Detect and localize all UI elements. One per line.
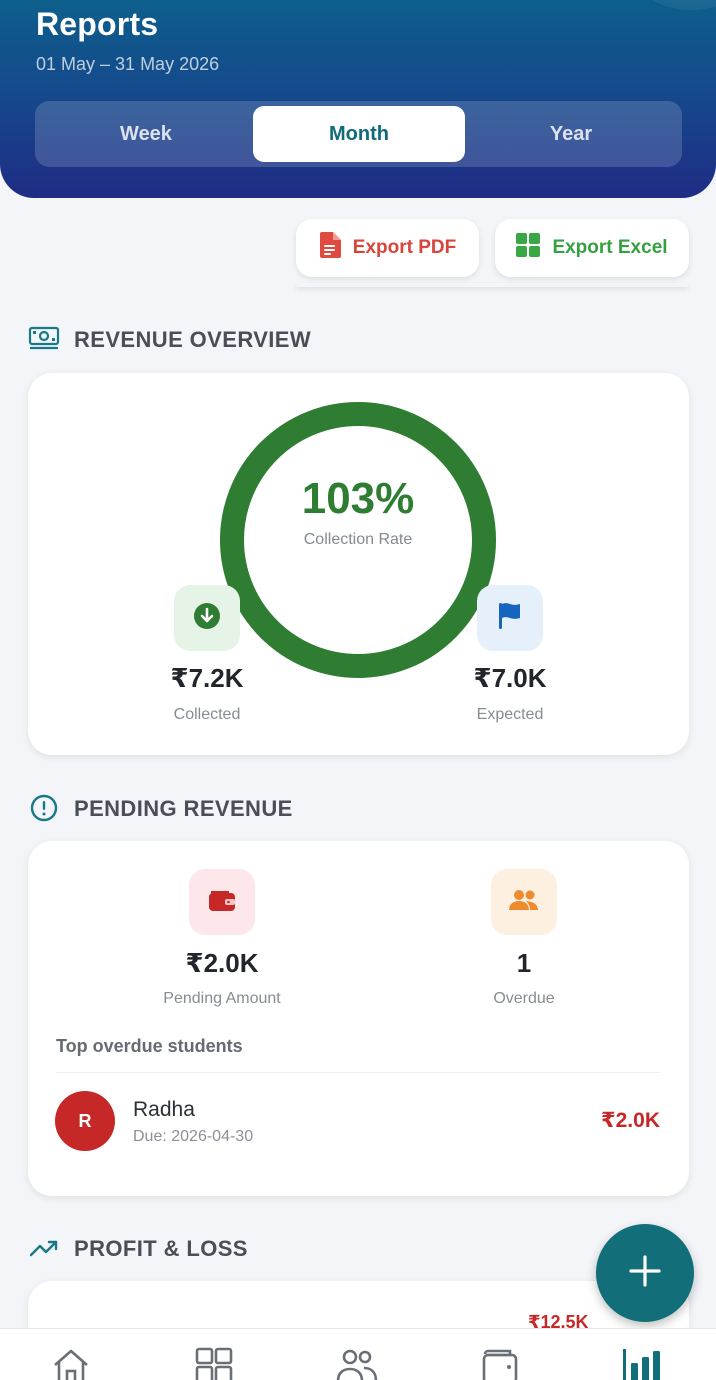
wallet-icon <box>480 1347 520 1380</box>
student-overdue-amount: ₹2.0K <box>601 1109 660 1132</box>
wallet-icon <box>207 887 237 918</box>
period-year-tab[interactable]: Year <box>465 106 677 162</box>
expected-value: ₹7.0K <box>473 663 547 693</box>
export-excel-button[interactable]: Export Excel <box>495 219 689 277</box>
flag-icon <box>496 601 524 636</box>
header: Reports 01 May – 31 May 2026 Week Month … <box>0 0 716 198</box>
profit-loss-title: PROFIT & LOSS <box>74 1236 248 1261</box>
collected-tile <box>174 585 240 651</box>
nav-dashboard[interactable] <box>192 1347 236 1380</box>
header-decoration <box>636 0 716 10</box>
pdf-file-icon <box>319 232 341 264</box>
add-button[interactable] <box>596 1224 694 1322</box>
pending-amount-tile <box>189 869 255 935</box>
expected-label: Expected <box>476 706 544 723</box>
overdue-label: Overdue <box>493 990 555 1007</box>
collected-value: ₹7.2K <box>170 663 244 693</box>
export-pdf-label: Export PDF <box>352 237 457 258</box>
expected-tile <box>477 585 543 651</box>
collection-rate-label: Collection Rate <box>303 531 413 548</box>
collection-rate-ring: 103% Collection Rate <box>218 400 498 680</box>
revenue-overview-title: REVENUE OVERVIEW <box>74 327 312 352</box>
pending-revenue-title: PENDING REVENUE <box>74 796 293 821</box>
bottom-nav <box>0 1328 716 1380</box>
divider <box>296 283 688 287</box>
overdue-count: 1 <box>516 948 532 978</box>
excel-grid-icon <box>516 233 541 263</box>
avatar: R <box>55 1091 115 1151</box>
period-week-tab[interactable]: Week <box>40 106 252 162</box>
page-title: Reports <box>36 6 159 42</box>
people-icon <box>508 888 540 917</box>
nav-reports[interactable] <box>621 1347 665 1380</box>
nav-home[interactable] <box>49 1347 93 1380</box>
reports-icon <box>621 1347 665 1380</box>
cash-icon <box>28 323 60 355</box>
pending-amount-label: Pending Amount <box>163 990 281 1007</box>
divider <box>56 1072 660 1073</box>
plus-icon <box>627 1253 663 1294</box>
student-name: Radha <box>133 1098 195 1121</box>
top-overdue-heading: Top overdue students <box>56 1036 243 1056</box>
pending-amount-value: ₹2.0K <box>185 948 259 978</box>
student-due-date: Due: 2026-04-30 <box>133 1128 254 1145</box>
pending-revenue-card <box>28 841 689 1196</box>
date-range[interactable]: 01 May – 31 May 2026 <box>36 54 219 75</box>
trending-up-icon <box>28 1232 60 1264</box>
collection-rate-value: 103% <box>301 474 415 523</box>
nav-wallet[interactable] <box>478 1347 522 1380</box>
nav-students[interactable] <box>335 1347 379 1380</box>
home-icon <box>51 1347 91 1380</box>
overdue-tile <box>491 869 557 935</box>
export-excel-label: Export Excel <box>552 237 668 258</box>
alert-circle-icon <box>28 792 60 824</box>
arrow-down-circle-icon <box>193 602 221 635</box>
period-selector: Week Month Year <box>35 101 682 167</box>
grid-icon <box>194 1347 234 1380</box>
period-month-tab[interactable]: Month <box>253 106 465 162</box>
export-pdf-button[interactable]: Export PDF <box>296 219 479 277</box>
collected-label: Collected <box>173 706 241 723</box>
students-icon <box>335 1347 379 1380</box>
